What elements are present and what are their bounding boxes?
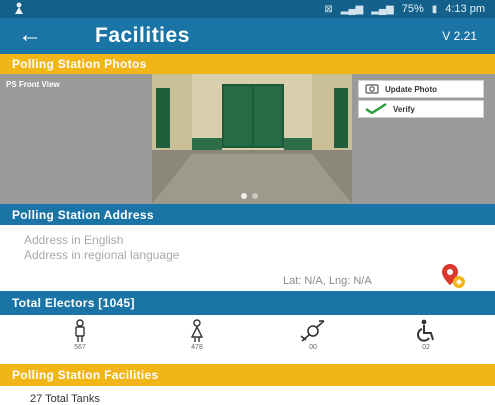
back-arrow-icon[interactable]: ← bbox=[18, 22, 42, 48]
elector-female: 478 bbox=[177, 319, 217, 351]
female-icon bbox=[177, 319, 217, 343]
female-count: 478 bbox=[191, 344, 203, 351]
sim-icon: ⊠ bbox=[324, 3, 333, 15]
battery-icon: ▮ bbox=[431, 3, 438, 15]
photos-section-header: Polling Station Photos bbox=[0, 54, 495, 74]
address-regional-field[interactable]: Address in regional language bbox=[24, 248, 179, 262]
wifi-signal-icon: ▂▄▆ bbox=[371, 3, 394, 15]
battery-percent: 75% bbox=[401, 3, 424, 15]
elector-pwd: 02 bbox=[406, 319, 446, 351]
elector-male: 567 bbox=[60, 319, 100, 351]
app-bar: ← Facilities V 2.21 bbox=[0, 18, 495, 54]
carousel-indicator bbox=[241, 193, 258, 199]
third-gender-icon bbox=[293, 319, 333, 343]
male-count: 567 bbox=[74, 344, 86, 351]
elector-third-gender: 00 bbox=[293, 319, 333, 351]
camera-icon bbox=[365, 83, 379, 96]
photo-gallery: PS Front View Update Photo Verify bbox=[0, 74, 495, 204]
male-icon bbox=[60, 319, 100, 343]
electors-section-header: Total Electors [1045] bbox=[0, 291, 495, 315]
lat-lng-readout: Lat: N/A, Lng: N/A bbox=[283, 275, 372, 287]
app-notification-icon bbox=[14, 2, 24, 17]
address-section-header: Polling Station Address bbox=[0, 204, 495, 226]
carousel-dot-active bbox=[241, 193, 247, 199]
verify-label: Verify bbox=[393, 104, 415, 114]
third-gender-count: 00 bbox=[309, 344, 317, 351]
electors-panel: 567 478 00 02 bbox=[0, 315, 495, 358]
status-bar: ⊠ ▂▄▆ ▂▄▆ 75% ▮ 4:13 pm bbox=[0, 0, 495, 18]
facilities-section-header: Polling Station Facilities bbox=[0, 364, 495, 386]
wheelchair-icon bbox=[406, 319, 446, 343]
checkmark-icon bbox=[365, 102, 387, 116]
address-english-field[interactable]: Address in English bbox=[24, 233, 123, 247]
map-pin-icon[interactable] bbox=[440, 263, 466, 289]
page-title: Facilities bbox=[95, 24, 190, 47]
facilities-list-item[interactable]: 27 Total Tanks bbox=[30, 393, 100, 405]
photo-caption: PS Front View bbox=[6, 80, 60, 89]
app-version: V 2.21 bbox=[442, 29, 477, 43]
update-photo-button[interactable]: Update Photo bbox=[358, 80, 484, 98]
update-photo-label: Update Photo bbox=[385, 84, 437, 94]
polling-station-photo[interactable] bbox=[152, 74, 352, 204]
pwd-count: 02 bbox=[422, 344, 430, 351]
carousel-dot bbox=[252, 193, 258, 199]
address-panel: Address in English Address in regional l… bbox=[0, 225, 495, 291]
network-signal-icon: ▂▄▆ bbox=[340, 3, 364, 15]
verify-button[interactable]: Verify bbox=[358, 100, 484, 118]
clock: 4:13 pm bbox=[445, 3, 485, 15]
